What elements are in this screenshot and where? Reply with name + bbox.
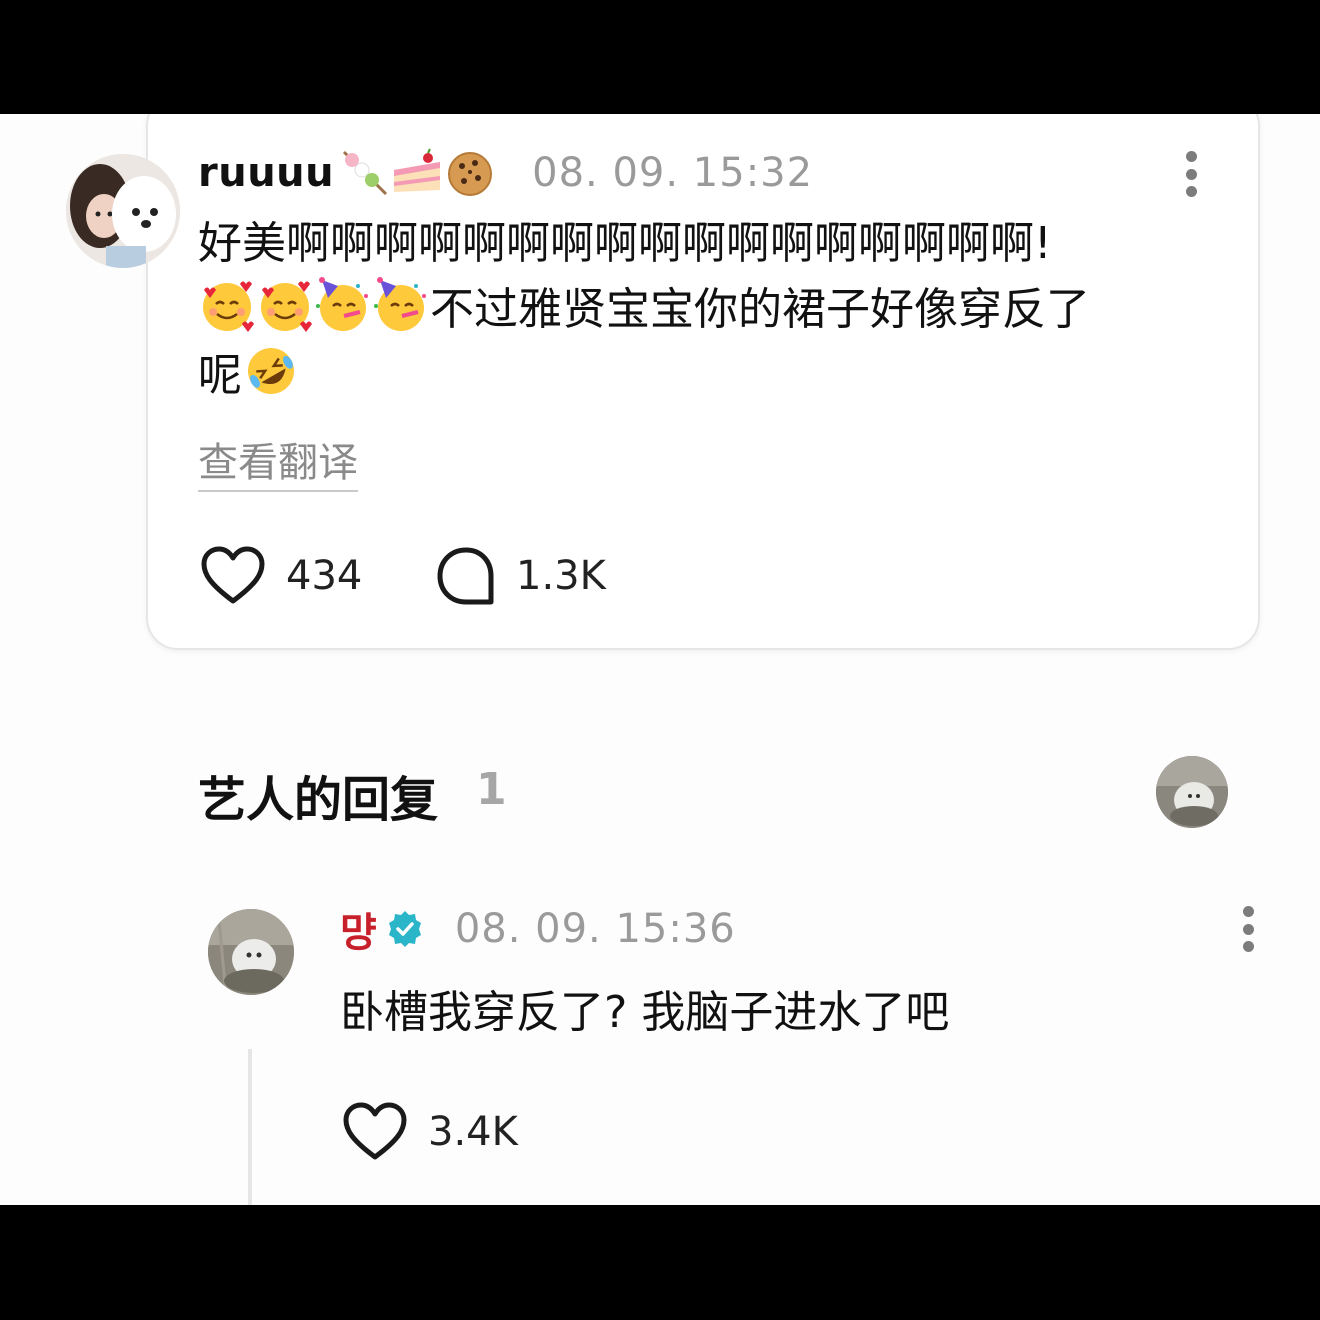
partying-face-icon bbox=[374, 277, 426, 331]
reply-timestamp: 08. 09. 15:36 bbox=[454, 906, 736, 952]
comment-timestamp: 08. 09. 15:32 bbox=[532, 150, 814, 196]
comment-like-count: 434 bbox=[286, 553, 363, 599]
bottom-black-bar bbox=[0, 1205, 1320, 1320]
reply-thread-line bbox=[248, 1049, 252, 1205]
comment-header: ruuuu 08. 09. 15:32 bbox=[198, 148, 813, 198]
reply-more-icon[interactable] bbox=[1242, 906, 1254, 952]
top-black-bar bbox=[0, 0, 1320, 114]
heart-icon bbox=[343, 1102, 407, 1160]
reply-like-count: 3.4K bbox=[428, 1109, 518, 1155]
smiling-face-with-hearts-icon bbox=[261, 281, 312, 332]
reply-header: 먕 08. 09. 15:36 bbox=[340, 904, 736, 956]
commenter-username[interactable]: ruuuu bbox=[198, 150, 334, 196]
commenter-avatar[interactable] bbox=[66, 154, 180, 268]
comment-body: 好美啊啊啊啊啊啊啊啊啊啊啊啊啊啊啊啊啊! 不过雅贤宝宝你的裙子好像穿反了 呢 bbox=[198, 212, 1198, 408]
artist-replies-count: 1 bbox=[476, 764, 507, 815]
comment-line-3-text: 呢 bbox=[198, 350, 242, 401]
comment-line-3: 呢 bbox=[198, 342, 1198, 408]
heart-icon bbox=[201, 546, 265, 604]
artist-replies-title: 艺人的回复 bbox=[198, 772, 439, 828]
rolling-on-floor-laughing-icon bbox=[248, 348, 294, 394]
comment-line-2-text: 不过雅贤宝宝你的裙子好像穿反了 bbox=[430, 284, 1090, 335]
reply-like-button[interactable]: 3.4K bbox=[342, 1102, 518, 1162]
comment-line-2: 不过雅贤宝宝你的裙子好像穿反了 bbox=[198, 276, 1198, 342]
view-translation-link[interactable]: 查看翻译 bbox=[198, 430, 358, 492]
reply-body: 卧槽我穿反了? 我脑子进水了吧 bbox=[340, 987, 950, 1038]
comment-reply-count: 1.3K bbox=[516, 553, 606, 599]
comment-reply-button[interactable]: 1.3K bbox=[436, 546, 606, 606]
cookie-icon bbox=[448, 152, 493, 196]
comment-thread-screen: ruuuu 08. 09. 15:32 好美啊啊啊啊啊啊啊啊啊啊啊啊啊啊啊啊啊!… bbox=[0, 114, 1320, 1205]
partying-face-icon bbox=[316, 277, 368, 331]
comment-more-icon[interactable] bbox=[1185, 151, 1197, 197]
username-emojis bbox=[338, 148, 496, 198]
artist-avatar-small[interactable] bbox=[1156, 756, 1228, 828]
artist-avatar[interactable] bbox=[208, 909, 294, 995]
smiling-face-with-hearts-icon bbox=[203, 281, 254, 332]
comment-like-button[interactable]: 434 bbox=[200, 546, 362, 606]
dango-icon bbox=[343, 150, 388, 196]
speech-bubble-icon bbox=[437, 547, 494, 605]
cake-slice-icon bbox=[394, 148, 441, 192]
artist-username[interactable]: 먕 bbox=[340, 900, 377, 958]
verified-badge-icon bbox=[388, 911, 421, 947]
comment-line-1: 好美啊啊啊啊啊啊啊啊啊啊啊啊啊啊啊啊啊! bbox=[198, 218, 1052, 269]
